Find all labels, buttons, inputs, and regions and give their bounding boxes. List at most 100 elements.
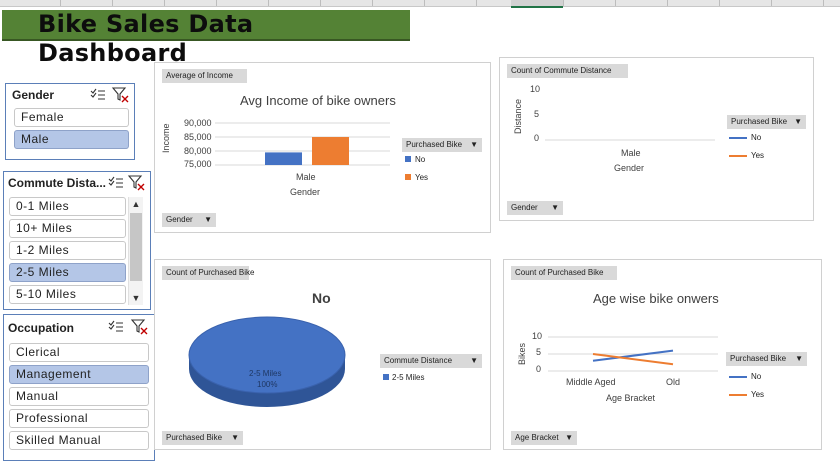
col-divider <box>372 0 373 6</box>
col-divider <box>719 0 720 6</box>
slicer-item-10-plus-miles[interactable]: 10+ Miles <box>9 219 126 238</box>
legend-field-button[interactable]: Purchased Bike ▼ <box>402 138 482 152</box>
scroll-up-icon[interactable]: ▲ <box>129 197 143 211</box>
clear-filter-icon[interactable] <box>111 87 130 103</box>
axis-field-label: Age Bracket <box>515 433 559 442</box>
filter-dropdown-icon[interactable]: ▼ <box>204 213 212 227</box>
y-tick-label: 5 <box>534 109 540 119</box>
dropdown-icon[interactable]: ▼ <box>470 138 478 152</box>
legend-field-button[interactable]: Purchased Bike ▼ <box>726 352 807 366</box>
multi-select-icon[interactable] <box>108 176 124 190</box>
value-field-button[interactable]: Count of Purchased Bike <box>511 266 617 280</box>
y-axis-label: Bikes <box>517 342 527 365</box>
legend-label: Yes <box>751 151 765 160</box>
chart-title: No <box>312 290 331 306</box>
legend-label: Yes <box>415 173 429 182</box>
slicer-title: Occupation <box>8 321 75 335</box>
dropdown-icon[interactable]: ▼ <box>231 431 239 445</box>
slicer-scrollbar[interactable]: ▲ ▼ <box>128 197 143 305</box>
slicer-item-1-2-miles[interactable]: 1-2 Miles <box>9 241 126 260</box>
col-divider <box>164 0 165 6</box>
slicer-item-2-5-miles[interactable]: 2-5 Miles <box>9 263 126 282</box>
x-tick-label: Middle Aged <box>566 377 616 387</box>
filter-dropdown-icon[interactable]: ▼ <box>470 354 478 368</box>
slicer-item-male[interactable]: Male <box>14 130 129 149</box>
multi-select-icon[interactable] <box>90 88 106 102</box>
scrollbar-thumb[interactable] <box>130 213 142 281</box>
dropdown-icon[interactable]: ▼ <box>565 431 573 445</box>
y-axis-label: Income <box>161 123 171 153</box>
slicer-item-management[interactable]: Management <box>9 365 149 384</box>
multi-select-icon[interactable] <box>108 320 124 334</box>
legend-swatch-yes <box>405 174 411 180</box>
x-axis-label: Gender <box>290 187 321 197</box>
x-axis-label: Gender <box>614 163 645 173</box>
slicer-item-5-10-miles[interactable]: 5-10 Miles <box>9 285 126 304</box>
chart-title: Age wise bike onwers <box>593 291 719 306</box>
legend-swatch <box>383 374 389 380</box>
col-divider <box>112 0 113 6</box>
value-field-button[interactable]: Count of Purchased Bike <box>162 266 255 280</box>
legend-label: No <box>415 155 426 164</box>
legend-line-no <box>729 375 747 378</box>
col-divider <box>424 0 425 6</box>
value-field-button[interactable]: Count of Commute Distance <box>507 64 628 78</box>
legend-field-label: Purchased Bike <box>731 117 788 126</box>
gender-slicer[interactable]: Gender Female Male <box>5 83 135 160</box>
legend-no: No <box>405 155 425 164</box>
legend-no: No <box>729 133 761 142</box>
filter-dropdown-icon[interactable]: ▼ <box>551 201 559 215</box>
slicer-item-manual[interactable]: Manual <box>9 387 149 406</box>
commute-plot-baseline <box>545 139 715 141</box>
y-axis-label: Distance <box>513 98 523 134</box>
commute-distance-slicer[interactable]: Commute Dista... 0-1 Miles 10+ Miles 1-2… <box>3 171 151 310</box>
purchased-bike-pie-chart[interactable]: Count of Purchased Bike No 2-5 Miles 100… <box>154 259 491 450</box>
age-plot <box>548 336 718 372</box>
slicer-item-0-1-miles[interactable]: 0-1 Miles <box>9 197 126 216</box>
legend-label: Yes <box>751 390 765 399</box>
axis-field-button[interactable]: Gender ▼ <box>162 213 216 227</box>
clear-filter-icon[interactable] <box>130 319 149 335</box>
axis-field-button[interactable]: Purchased Bike ▼ <box>162 431 243 445</box>
commute-distance-chart[interactable]: Count of Commute Distance Distance 10 5 … <box>499 57 814 221</box>
legend-line-yes <box>729 393 747 396</box>
occupation-slicer[interactable]: Occupation Clerical Management Manual Pr… <box>3 314 155 461</box>
col-divider <box>615 0 616 6</box>
col-divider <box>268 0 269 6</box>
age-bracket-chart[interactable]: Count of Purchased Bike Age wise bike on… <box>503 259 822 450</box>
legend-label: No <box>751 133 762 142</box>
legend-label: 2-5 Miles <box>392 373 425 382</box>
pie-slice-label: 2-5 Miles <box>249 369 282 378</box>
legend-field-label: Purchased Bike <box>406 140 463 149</box>
dropdown-icon[interactable]: ▼ <box>795 352 803 366</box>
legend-field-button[interactable]: Purchased Bike ▼ <box>727 115 806 129</box>
x-tick-label: Old <box>666 377 681 387</box>
legend-field-button[interactable]: Commute Distance ▼ <box>380 354 482 368</box>
axis-field-button[interactable]: Gender ▼ <box>507 201 563 215</box>
axis-field-button[interactable]: Age Bracket ▼ <box>511 431 577 445</box>
income-plot <box>215 122 390 166</box>
slicer-item-skilled-manual[interactable]: Skilled Manual <box>9 431 149 450</box>
col-divider <box>320 0 321 6</box>
col-divider <box>823 0 824 6</box>
value-field-button[interactable]: Average of Income <box>162 69 247 83</box>
bar-no <box>265 152 302 165</box>
x-tick-label: Male <box>296 172 316 182</box>
col-divider <box>216 0 217 6</box>
x-tick-label: Male <box>621 148 641 158</box>
slicer-item-female[interactable]: Female <box>14 108 129 127</box>
col-divider <box>771 0 772 6</box>
legend-line-no <box>729 136 747 139</box>
dropdown-icon[interactable]: ▼ <box>794 115 802 129</box>
clear-filter-icon[interactable] <box>127 175 146 191</box>
chart-title: Avg Income of bike owners <box>240 93 396 108</box>
pie-slice-2-5-miles[interactable] <box>187 310 347 415</box>
avg-income-chart[interactable]: Average of Income Avg Income of bike own… <box>154 62 491 233</box>
col-divider <box>476 0 477 6</box>
y-tick-label: 5 <box>536 347 542 357</box>
slicer-item-professional[interactable]: Professional <box>9 409 149 428</box>
selected-column[interactable] <box>511 0 563 8</box>
slicer-item-clerical[interactable]: Clerical <box>9 343 149 362</box>
legend-2-5-miles: 2-5 Miles <box>383 373 424 382</box>
scroll-down-icon[interactable]: ▼ <box>129 291 143 305</box>
